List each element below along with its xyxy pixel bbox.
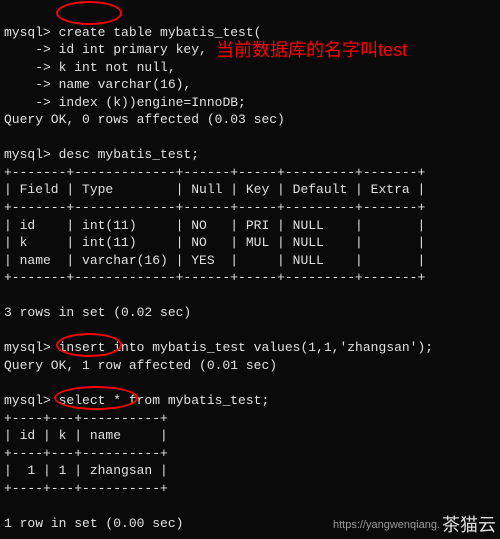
table-row: | 1 | 1 | zhangsan |: [4, 463, 168, 478]
query-result: 1 row in set (0.00 sec): [4, 516, 183, 531]
query-result: Query OK, 1 row affected (0.01 sec): [4, 358, 277, 373]
cont-line: -> id int primary key,: [4, 42, 207, 57]
desc-cmd: desc mybatis_test;: [51, 147, 199, 162]
select-cmd: select * from mybatis_test;: [51, 393, 269, 408]
table-border: +----+---+----------+: [4, 481, 168, 496]
cont-line: -> name varchar(16),: [4, 77, 191, 92]
cont-line: -> k int not null,: [4, 60, 176, 75]
table-border: +----+---+----------+: [4, 411, 168, 426]
query-result: Query OK, 0 rows affected (0.03 sec): [4, 112, 285, 127]
prompt-line[interactable]: mysql> insert into mybatis_test values(1…: [4, 340, 433, 355]
table-border: +-------+-------------+------+-----+----…: [4, 200, 425, 215]
table-border: +-------+-------------+------+-----+----…: [4, 165, 425, 180]
watermark-brand: 茶猫云: [442, 513, 496, 537]
insert-cmd: insert into mybatis_test values(1,1,'zha…: [51, 340, 433, 355]
table-row: | name | varchar(16) | YES | | NULL | |: [4, 253, 425, 268]
prompt-line[interactable]: mysql> select * from mybatis_test;: [4, 393, 269, 408]
cont-line: -> index (k))engine=InnoDB;: [4, 95, 246, 110]
table-row: | id | int(11) | NO | PRI | NULL | |: [4, 218, 425, 233]
watermark-url: https://yangwenqiang.: [333, 518, 440, 533]
mysql-prompt: mysql>: [4, 25, 51, 40]
table-header: | Field | Type | Null | Key | Default | …: [4, 182, 425, 197]
prompt-line[interactable]: mysql> desc mybatis_test;: [4, 147, 199, 162]
table-border: +-------+-------------+------+-----+----…: [4, 270, 425, 285]
annotation-text: 当前数据库的名字叫test: [216, 38, 407, 62]
table-row: | k | int(11) | NO | MUL | NULL | |: [4, 235, 425, 250]
terminal-output: mysql> create table mybatis_test( -> id …: [0, 0, 500, 539]
table-border: +----+---+----------+: [4, 446, 168, 461]
table-header: | id | k | name |: [4, 428, 168, 443]
query-result: 3 rows in set (0.02 sec): [4, 305, 191, 320]
